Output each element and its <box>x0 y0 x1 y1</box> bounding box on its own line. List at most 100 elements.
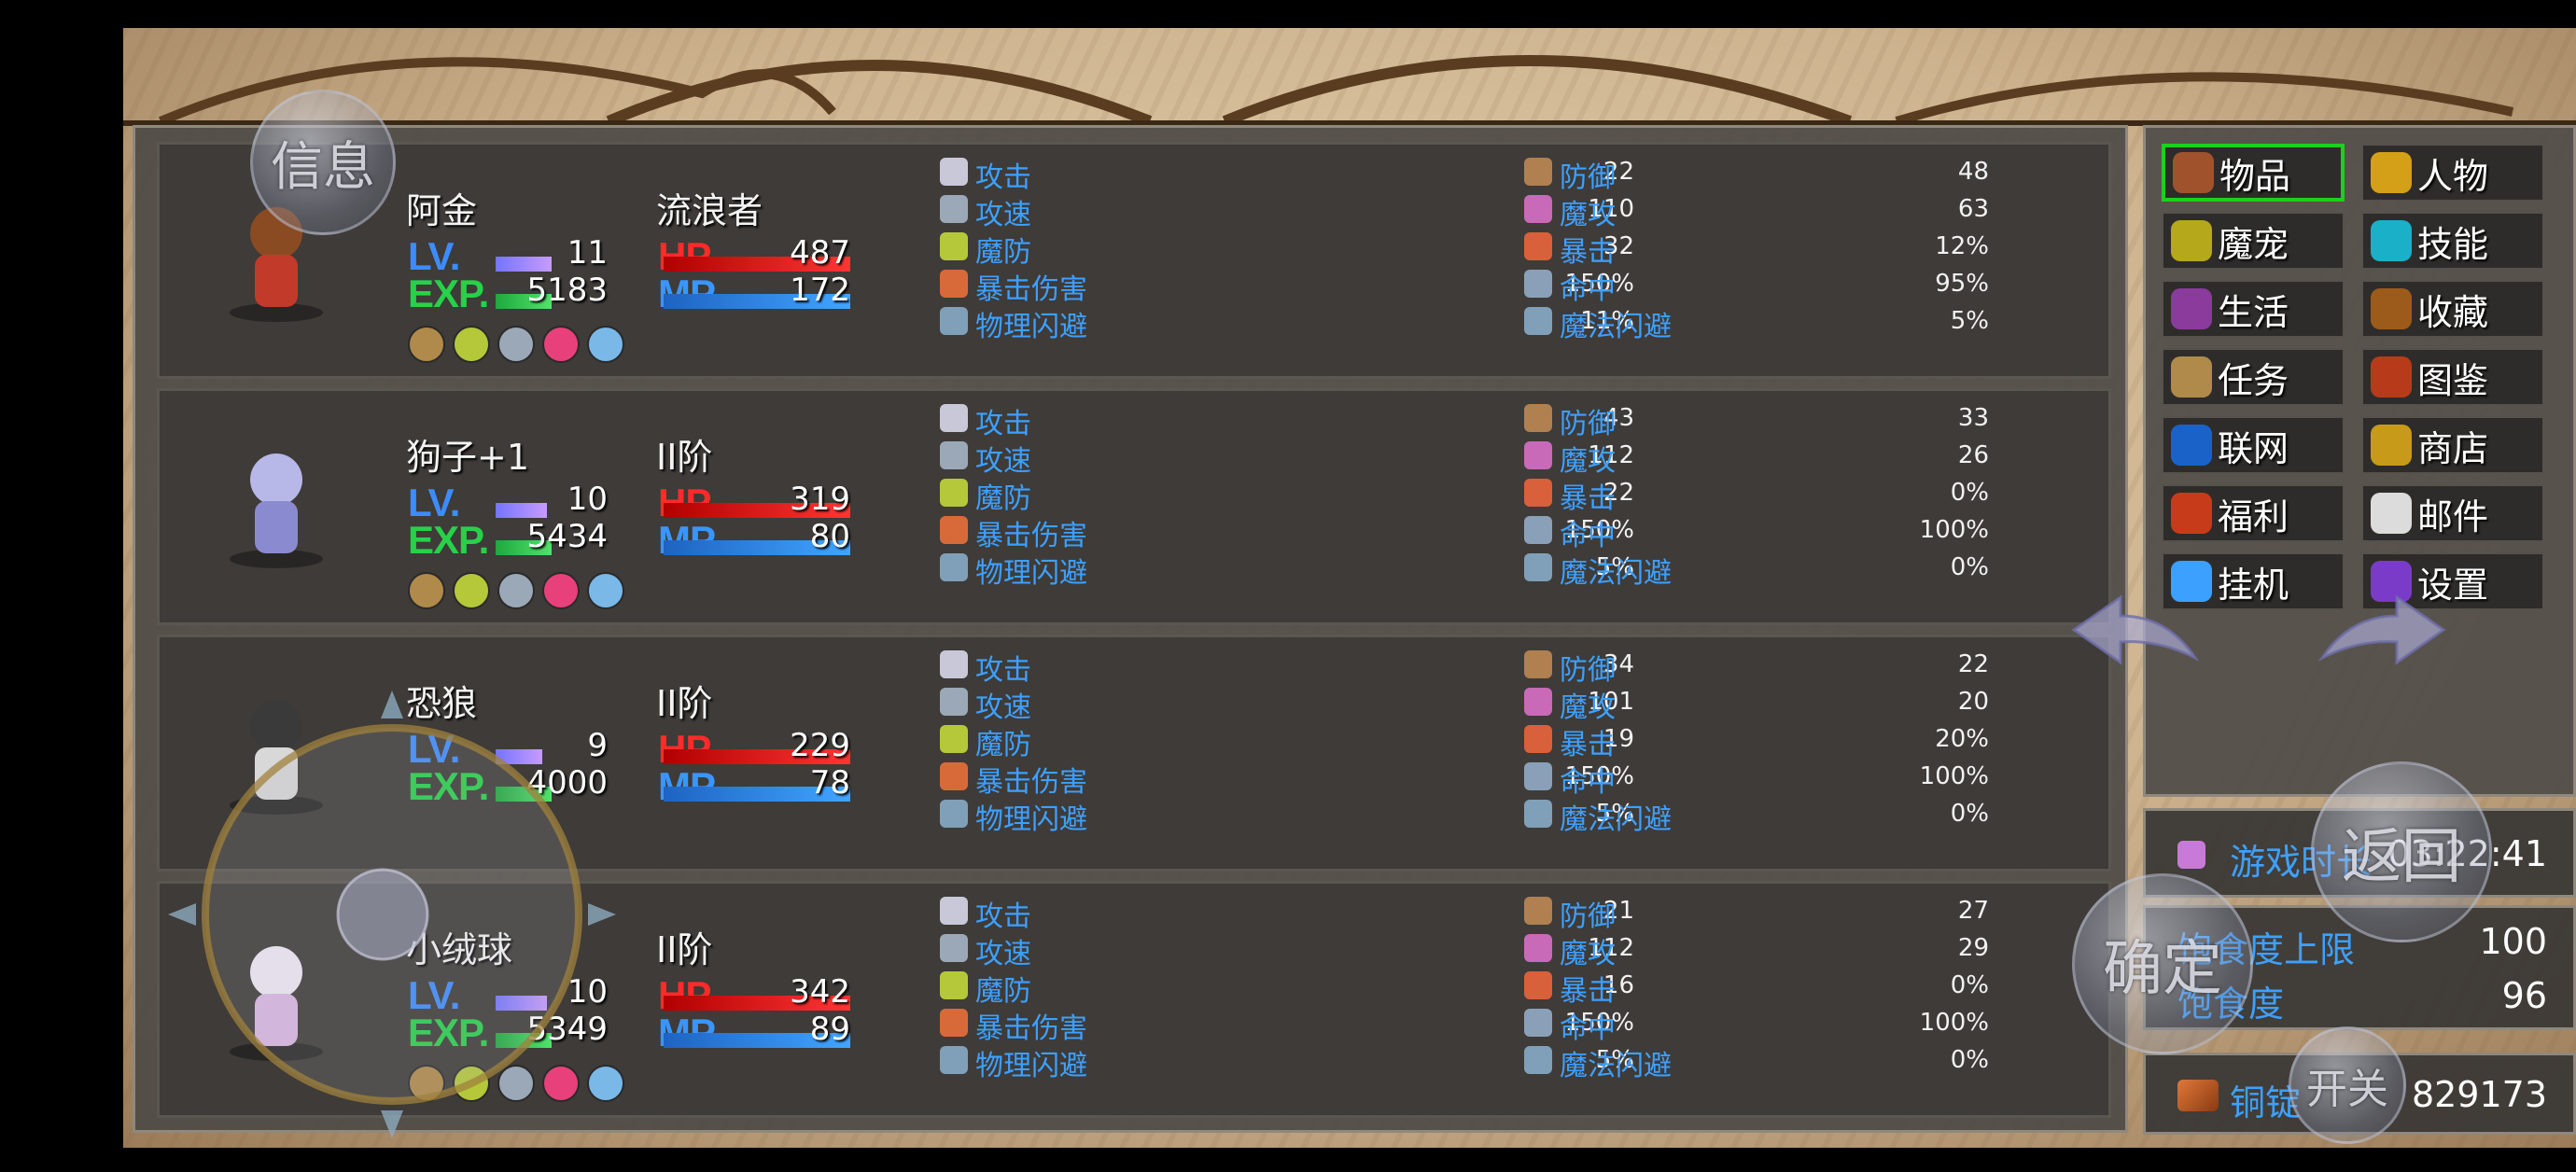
heart-buff-icon <box>542 572 580 609</box>
exp-label: EXP. <box>408 272 489 315</box>
satiety-max-value: 100 <box>2479 921 2547 962</box>
heal-buff-icon <box>453 326 490 363</box>
stat-label: 暴击伤害 <box>975 1012 1087 1045</box>
character-class: 流浪者 <box>656 190 763 231</box>
menu-button-label: 商店 <box>2417 427 2489 469</box>
menu-button-label: 联网 <box>2218 427 2289 469</box>
stat-label: 物理闪避 <box>975 557 1087 590</box>
menu-button[interactable]: 联网 <box>2162 416 2345 474</box>
character-row[interactable]: 狗子+1II阶LV.10EXP.5434HP319MP80 攻击43攻速112魔… <box>157 388 2111 625</box>
stat-icon <box>1524 158 1552 186</box>
character-name: 狗子+1 <box>406 437 530 478</box>
stat-label: 魔防 <box>975 729 1031 761</box>
menu-button[interactable]: 商店 <box>2361 416 2544 474</box>
stat-value: 95% <box>1935 270 1989 298</box>
menu-button-label: 生活 <box>2218 291 2289 333</box>
stat-label: 暴击 <box>1560 236 1616 269</box>
copper-ingot-icon <box>2177 1080 2219 1111</box>
stat-icon <box>940 195 968 223</box>
stat-icon <box>1524 971 1552 999</box>
stat-label: 魔法闪避 <box>1560 311 1672 343</box>
next-page-arrow-icon[interactable] <box>2313 588 2453 677</box>
stat-value: 20 <box>1957 688 1989 716</box>
stat-icon <box>940 688 968 716</box>
stat-label: 攻击 <box>975 900 1031 933</box>
stat-icon <box>940 725 968 753</box>
stat-label: 魔防 <box>975 482 1031 515</box>
stat-label: 防御 <box>1560 900 1616 933</box>
menu-button-label: 图鉴 <box>2417 359 2489 401</box>
menu-button[interactable]: 福利 <box>2162 484 2345 542</box>
stat-icon <box>940 971 968 999</box>
confirm-overlay-button[interactable]: 确定 <box>2072 873 2253 1054</box>
stat-label: 暴击 <box>1560 975 1616 1008</box>
menu-button-label: 收藏 <box>2417 291 2489 333</box>
stat-icon <box>1524 195 1552 223</box>
stat-label: 攻速 <box>975 445 1031 478</box>
stat-icon <box>940 553 968 581</box>
skill-icon <box>2371 220 2412 261</box>
stat-label: 命中 <box>1560 766 1616 799</box>
hp-value: 229 <box>790 727 850 764</box>
stat-icon <box>940 897 968 925</box>
exp-value: 5434 <box>526 518 608 555</box>
stat-label: 魔法闪避 <box>1560 1050 1672 1082</box>
back-button-label: 返回 <box>2342 823 2461 892</box>
menu-button[interactable]: 任务 <box>2162 348 2345 406</box>
stat-label: 命中 <box>1560 273 1616 306</box>
character-row[interactable]: 阿金流浪者LV.11EXP.5183HP487MP172 攻击22攻速110魔防… <box>157 142 2111 379</box>
stat-label: 攻击 <box>975 161 1031 194</box>
stat-label: 物理闪避 <box>975 1050 1087 1082</box>
hourglass-icon <box>2177 841 2205 869</box>
status-effects <box>408 326 624 363</box>
back-overlay-button[interactable]: 返回 <box>2311 761 2492 942</box>
level-value: 10 <box>567 481 608 518</box>
menu-button[interactable]: 魔宠 <box>2162 212 2345 270</box>
stat-value: 33 <box>1957 404 1989 432</box>
mp-value: 80 <box>809 518 850 555</box>
menu-button-label: 物品 <box>2219 155 2291 197</box>
stat-icon <box>940 516 968 544</box>
stat-value: 48 <box>1957 158 1989 186</box>
menu-button[interactable]: 收藏 <box>2361 280 2544 338</box>
virtual-joystick[interactable] <box>168 691 616 1138</box>
stat-icon <box>1524 1046 1552 1074</box>
mp-value: 78 <box>809 764 850 802</box>
info-overlay-button[interactable]: 信息 <box>250 90 396 235</box>
stat-value: 0% <box>1950 479 1989 507</box>
menu-button[interactable]: 技能 <box>2361 212 2544 270</box>
toggle-button-label: 开关 <box>2306 1066 2388 1113</box>
mail-icon <box>2371 493 2412 534</box>
menu-button[interactable]: 图鉴 <box>2361 348 2544 406</box>
bag-icon <box>2173 152 2214 193</box>
shop-icon <box>2371 425 2412 466</box>
copper-value: 829173 <box>2411 1074 2547 1115</box>
menu-button[interactable]: 物品 <box>2162 144 2345 202</box>
prev-page-arrow-icon[interactable] <box>2065 588 2205 677</box>
satiety-value: 96 <box>2501 975 2547 1016</box>
stat-value: 0% <box>1950 971 1989 999</box>
stat-icon <box>1524 650 1552 678</box>
stat-icon <box>1524 1009 1552 1037</box>
menu-button[interactable]: 生活 <box>2162 280 2345 338</box>
stat-label: 物理闪避 <box>975 311 1087 343</box>
toggle-overlay-button[interactable]: 开关 <box>2289 1026 2406 1144</box>
mp-value: 89 <box>809 1011 850 1048</box>
stat-icon <box>940 934 968 962</box>
stat-value: 26 <box>1957 441 1989 469</box>
stat-icon <box>1524 516 1552 544</box>
exp-label: EXP. <box>408 518 489 562</box>
book-icon <box>2171 288 2212 329</box>
menu-button[interactable]: 邮件 <box>2361 484 2544 542</box>
stat-label: 暴击伤害 <box>975 520 1087 552</box>
stat-icon <box>1524 800 1552 828</box>
stat-label: 防御 <box>1560 654 1616 687</box>
stat-label: 魔法闪避 <box>1560 557 1672 590</box>
stat-icon <box>1524 404 1552 432</box>
character-class: II阶 <box>656 929 713 970</box>
stat-icon <box>940 650 968 678</box>
menu-button[interactable]: 人物 <box>2361 144 2544 202</box>
stat-icon <box>940 1046 968 1074</box>
character-name: 阿金 <box>406 190 478 231</box>
frame-ornament <box>123 55 2576 127</box>
